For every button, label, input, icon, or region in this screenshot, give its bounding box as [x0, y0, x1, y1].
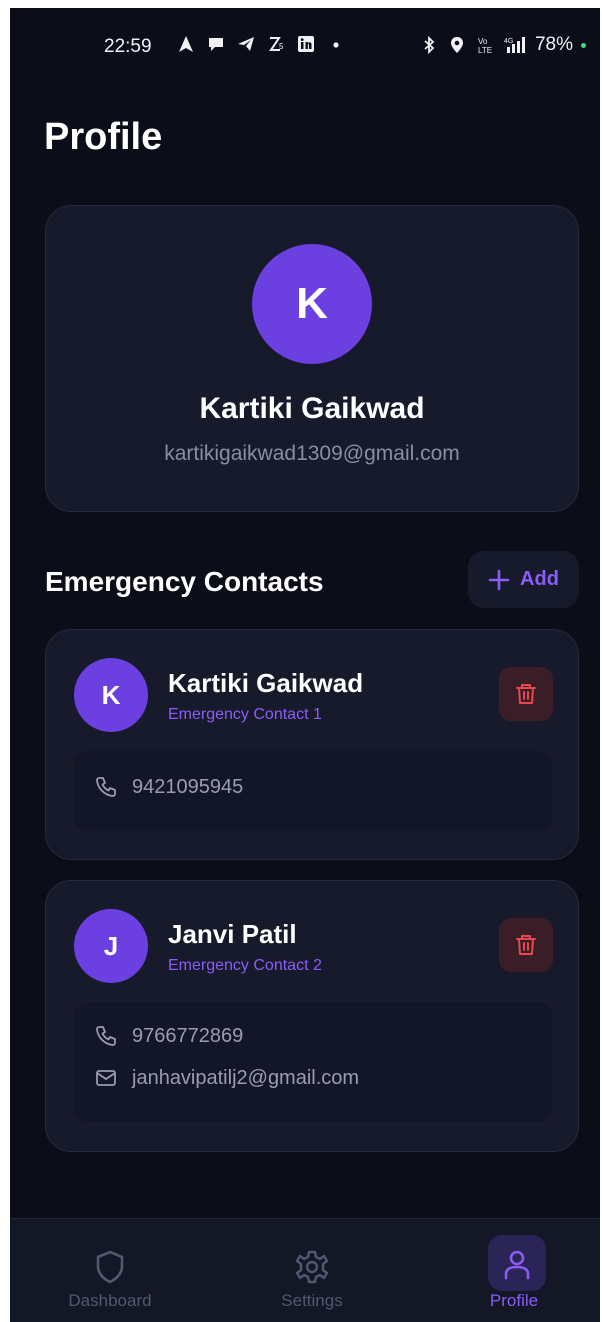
svg-text:Vo: Vo	[478, 37, 488, 46]
battery-percentage: 78%	[534, 34, 573, 55]
svg-text:LTE: LTE	[478, 46, 492, 55]
add-contact-label: Add	[520, 568, 559, 590]
privacy-indicator-dot	[581, 42, 586, 48]
nav-item-profile[interactable]: Profile	[416, 1219, 600, 1322]
contact-details: 9766772869 janhavipatilj2@gmail.com	[74, 1002, 552, 1122]
contact-email-row[interactable]: janhavipatilj2@gmail.com	[94, 1066, 359, 1090]
phone-icon	[96, 777, 116, 797]
contact-phone: 9766772869	[132, 1024, 244, 1047]
phone-icon	[96, 1026, 116, 1046]
user-icon	[504, 1250, 530, 1280]
gear-icon	[295, 1250, 329, 1284]
contact-phone: 9421095945	[132, 775, 244, 798]
bluetooth-icon	[424, 35, 435, 55]
navigation-icon	[179, 36, 193, 52]
contact-card: J Janvi Patil Emergency Contact 2 976677…	[45, 880, 579, 1152]
notification-icons: 5	[176, 34, 346, 54]
volte-icon: VoLTE	[478, 37, 492, 55]
linkedin-icon	[298, 36, 314, 52]
mail-icon	[96, 1070, 116, 1086]
contact-phone-row[interactable]: 9766772869	[94, 1024, 243, 1048]
location-icon	[450, 37, 463, 53]
profile-avatar: K	[252, 244, 372, 364]
nav-label-profile: Profile	[489, 1291, 539, 1310]
contact-phone-row[interactable]: 9421095945	[94, 775, 243, 799]
svg-text:4G: 4G	[504, 38, 513, 45]
contact-subtitle: Emergency Contact 2	[168, 957, 322, 974]
contact-email: janhavipatilj2@gmail.com	[132, 1066, 360, 1089]
profile-email: kartikigaikwad1309@gmail.com	[164, 442, 460, 465]
profile-card: K Kartiki Gaikwad kartikigaikwad1309@gma…	[45, 205, 579, 512]
trash-icon	[516, 935, 536, 955]
nav-item-settings[interactable]: Settings	[214, 1219, 410, 1322]
system-icons: Vo LTE 4G 78%	[419, 34, 586, 56]
contact-avatar: K	[74, 658, 148, 732]
status-time: 22:59	[104, 36, 152, 57]
nav-label-dashboard: Dashboard	[68, 1291, 152, 1310]
contact-details: 9421095945	[74, 751, 552, 831]
app-screen: 22:59 5 Vo LTE 4G 78% Profile K Kartiki G…	[10, 8, 600, 1322]
profile-name: Kartiki Gaikwad	[199, 392, 425, 425]
svg-text:5: 5	[279, 42, 284, 51]
shield-icon	[96, 1250, 124, 1284]
nav-label-settings: Settings	[281, 1291, 343, 1310]
contact-name: Kartiki Gaikwad	[168, 668, 364, 698]
status-bar: 22:59 5 Vo LTE 4G 78%	[10, 30, 600, 64]
nav-item-dashboard[interactable]: Dashboard	[12, 1219, 208, 1322]
signal-4g-icon: 4G	[504, 37, 525, 53]
contact-subtitle: Emergency Contact 1	[168, 706, 322, 723]
contact-card: K Kartiki Gaikwad Emergency Contact 1 94…	[45, 629, 579, 860]
chat-icon	[209, 38, 223, 51]
zomato-icon: 5	[269, 37, 284, 51]
dot-icon	[333, 42, 339, 48]
trash-icon	[516, 684, 536, 704]
delete-contact-button[interactable]	[499, 667, 553, 721]
contact-name: Janvi Patil	[168, 919, 297, 949]
contact-avatar: J	[74, 909, 148, 983]
add-contact-button[interactable]: Add	[468, 551, 579, 608]
telegram-icon	[238, 37, 254, 51]
bottom-navigation: Dashboard Settings Profile	[10, 1218, 600, 1322]
page-title: Profile	[44, 116, 163, 158]
delete-contact-button[interactable]	[499, 918, 553, 972]
plus-icon	[488, 569, 510, 590]
emergency-contacts-heading: Emergency Contacts	[45, 566, 324, 597]
